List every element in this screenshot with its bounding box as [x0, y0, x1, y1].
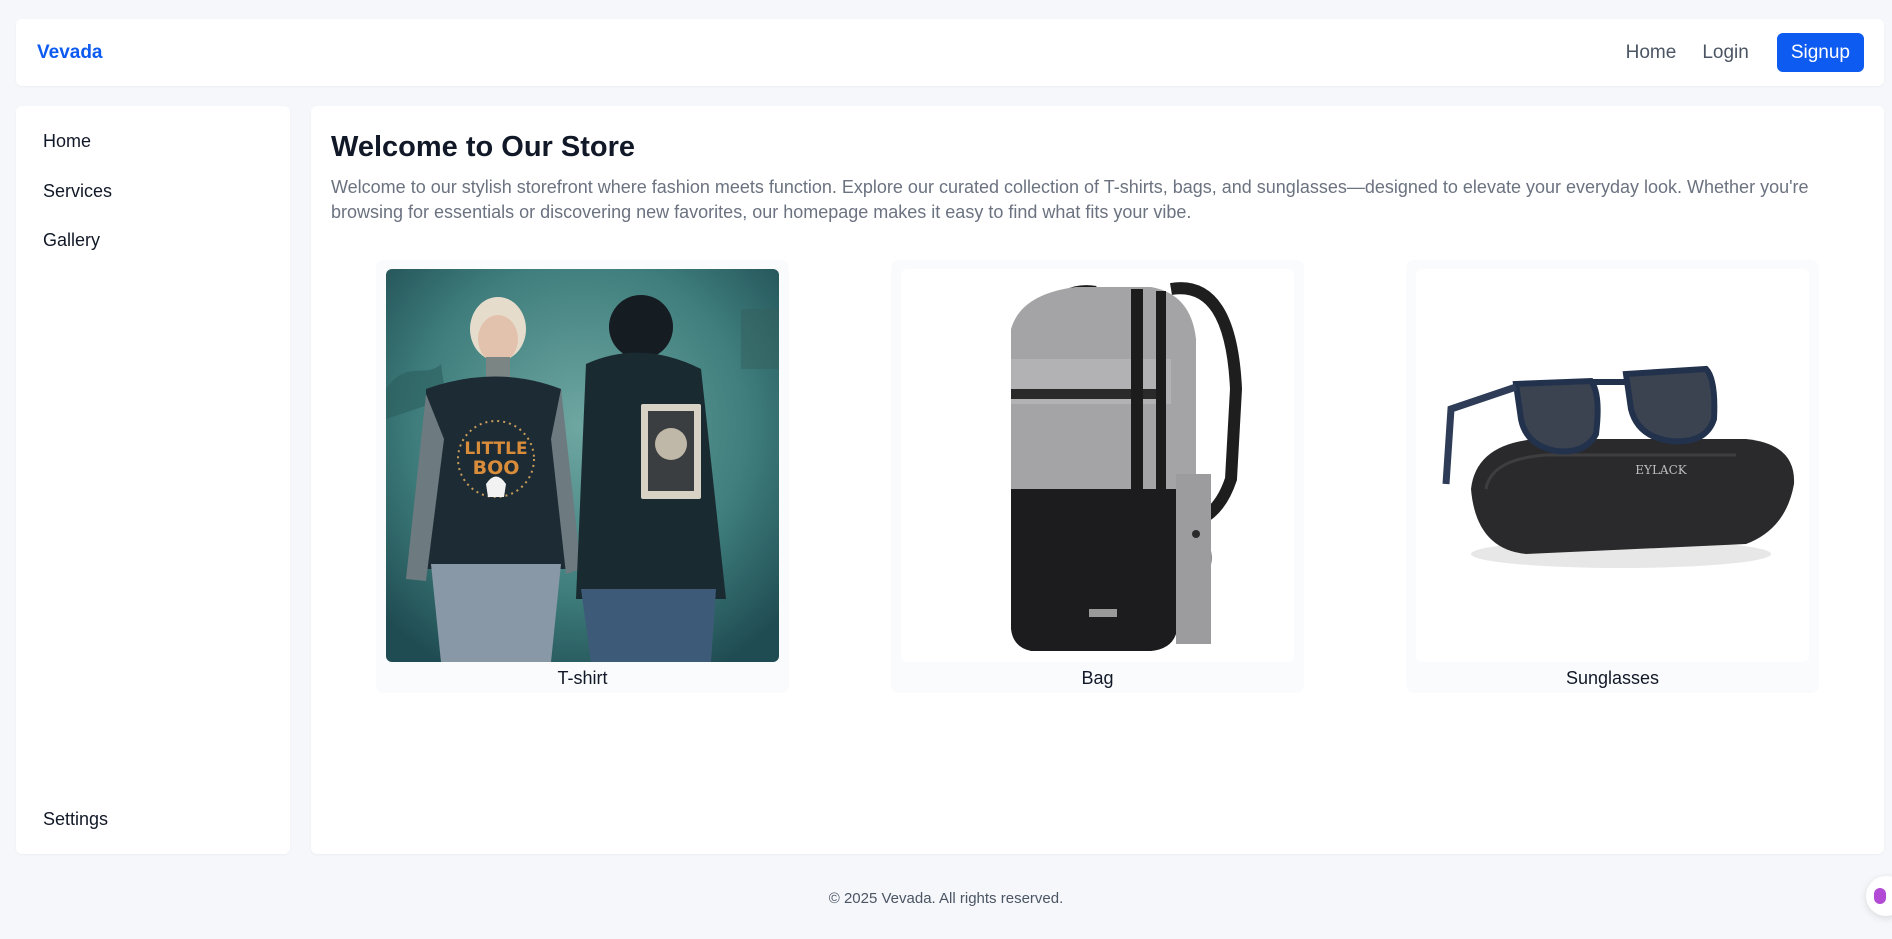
product-label-tshirt: T-shirt [557, 668, 608, 688]
chat-widget-icon [1874, 888, 1886, 904]
sunglasses-photo: EYLACK [1416, 269, 1809, 662]
top-nav: Home Login Signup [1613, 33, 1864, 72]
product-label-bag: Bag [1081, 668, 1114, 688]
product-card-tshirt[interactable]: LITTLE BOO T-shirt [376, 260, 789, 693]
product-label-sunglasses: Sunglasses [1565, 668, 1660, 688]
product-card-bag[interactable]: Bag [891, 260, 1304, 693]
sidebar: Home Services Gallery Settings [16, 106, 290, 854]
sidebar-item-settings[interactable]: Settings [43, 809, 108, 830]
shirt-print-text-2: BOO [473, 457, 520, 479]
product-card-sunglasses[interactable]: EYLACK Sunglasses [1406, 260, 1819, 693]
intro-text: Welcome to our stylish storefront where … [331, 177, 1809, 222]
signup-button[interactable]: Signup [1776, 33, 1864, 72]
sidebar-item-gallery[interactable]: Gallery [43, 230, 100, 251]
top-navbar: Vevada Home Login Signup [16, 19, 1884, 86]
sidebar-item-services[interactable]: Services [43, 181, 112, 202]
main-content: Welcome to Our Store Welcome to our styl… [311, 106, 1884, 854]
page-title: Welcome to Our Store [331, 131, 636, 163]
tshirt-photo: LITTLE BOO [386, 269, 779, 662]
sidebar-item-home[interactable]: Home [43, 131, 91, 152]
backpack-photo [901, 269, 1294, 662]
nav-home-link[interactable]: Home [1613, 34, 1690, 72]
floating-action-button[interactable] [1866, 876, 1892, 916]
case-logo-text: EYLACK [1635, 463, 1687, 477]
shirt-print-text-1: LITTLE [464, 439, 527, 459]
brand-logo[interactable]: Vevada [37, 42, 103, 64]
footer-copyright: © 2025 Vevada. All rights reserved. [828, 890, 1064, 907]
nav-login-link[interactable]: Login [1689, 34, 1762, 72]
